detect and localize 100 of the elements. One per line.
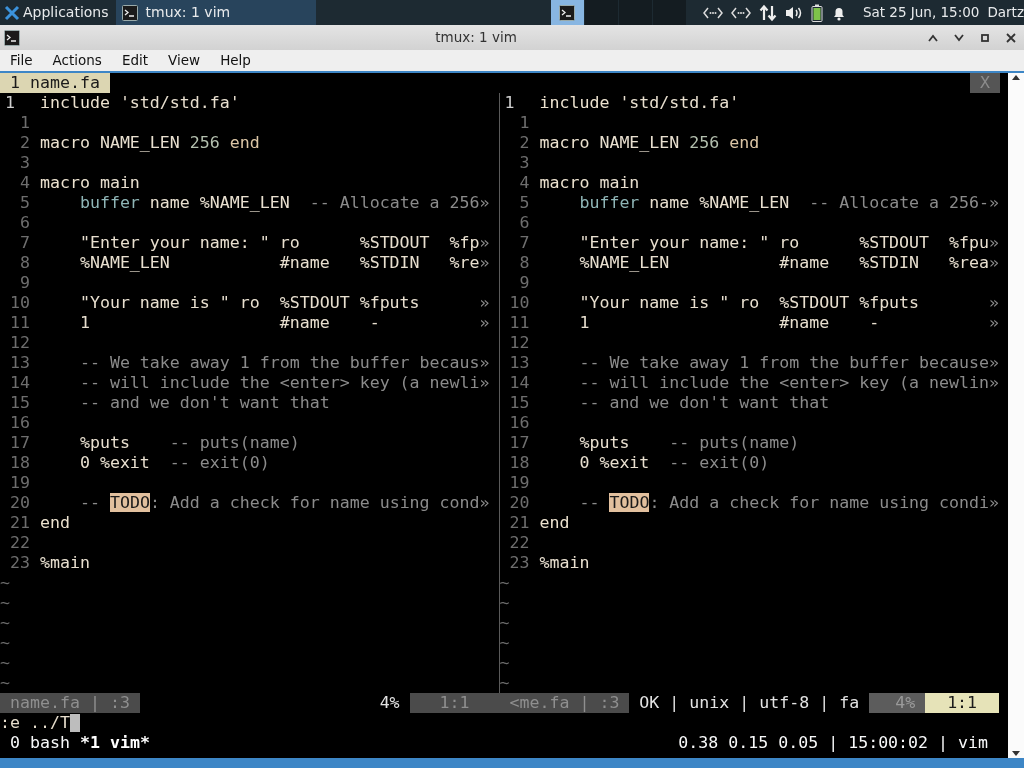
line-number: 4	[519, 173, 530, 193]
empty-line-marker: ~	[499, 633, 510, 653]
code-line: 0 %exit -- exit(0)	[79, 453, 270, 473]
empty-line-marker: ~	[499, 593, 510, 613]
code-line: %NAME_LEN #name %STDIN %re»	[79, 253, 490, 273]
line-number: 12	[509, 333, 530, 353]
clock[interactable]: Sat 25 Jun, 15:00	[862, 2, 980, 23]
minimize-icon[interactable]	[954, 33, 964, 42]
buffer-tab[interactable]: 1 name.fa	[0, 73, 110, 93]
code-line: "Enter your name: " ro %STDOUT %fpu»	[579, 233, 1000, 253]
menu-item[interactable]: View	[158, 50, 211, 71]
line-number: 23	[509, 553, 530, 573]
code-line: macro NAME_LEN 256 end	[539, 133, 760, 153]
line-number: 3	[19, 153, 30, 173]
terminal-icon	[4, 29, 20, 46]
menu-item[interactable]: Help	[210, 50, 261, 71]
code-line: -- and we don't want that	[579, 393, 830, 413]
window-title: tmux: 1 vim	[435, 29, 517, 46]
empty-line-marker: ~	[0, 633, 10, 653]
line-number: 21	[10, 513, 30, 533]
status-text: <me.fa | :3	[499, 693, 630, 713]
line-number: 15	[509, 393, 530, 413]
empty-line-marker: ~	[0, 613, 10, 633]
code-line: %NAME_LEN #name %STDIN %rea»	[579, 253, 1000, 273]
text-cursor	[69, 714, 80, 732]
code-line: include 'std/std.fa'	[539, 93, 740, 113]
battery-icon[interactable]	[810, 3, 823, 22]
line-number: 7	[19, 233, 30, 253]
line-number: 22	[509, 533, 530, 553]
line-number: 14	[10, 373, 30, 393]
line-number: 11	[509, 313, 530, 333]
restore-icon[interactable]	[980, 32, 990, 43]
tmux-window-tab[interactable]: 0 bash	[10, 733, 70, 753]
code-line: include 'std/std.fa'	[39, 93, 240, 113]
code-line: %main	[39, 553, 90, 573]
scroll-down-icon[interactable]	[1011, 750, 1021, 758]
code-line: -- TODO: Add a check for name using cond»	[79, 493, 490, 513]
code-line: "Your name is " ro %STDOUT %fputs »	[579, 293, 1000, 313]
status-text: 1:1	[925, 693, 999, 713]
empty-line-marker: ~	[0, 653, 10, 673]
line-number: 1	[519, 113, 530, 133]
code-line: 1 #name - »	[79, 313, 490, 333]
line-number: 8	[519, 253, 530, 273]
empty-line-marker: ~	[499, 613, 510, 633]
volume-icon[interactable]	[784, 4, 803, 21]
workspace-button[interactable]	[550, 0, 585, 25]
line-number: 5	[19, 193, 30, 213]
app-menu-icon	[4, 4, 20, 21]
command-line[interactable]: :e ../T	[0, 713, 70, 733]
line-number: 6	[19, 213, 30, 233]
line-number: 11	[10, 313, 30, 333]
code-line: macro main	[39, 173, 140, 193]
code-line: buffer name %NAME_LEN -- Allocate a 256»	[79, 193, 490, 213]
line-number: 15	[10, 393, 30, 413]
line-number: 8	[19, 253, 30, 273]
line-number: 18	[10, 453, 30, 473]
code-line: buffer name %NAME_LEN -- Allocate a 256-»	[579, 193, 1000, 213]
menu-item[interactable]: Edit	[111, 50, 159, 71]
line-number: 20	[509, 493, 530, 513]
applications-menu[interactable]: Applications	[0, 0, 113, 25]
empty-line-marker: ~	[0, 593, 10, 613]
code-line: end	[39, 513, 70, 533]
line-number: 13	[10, 353, 30, 373]
line-number: 3	[519, 153, 530, 173]
code-line: -- will include the <enter> key (a newlin»	[579, 373, 999, 393]
code-line: "Your name is " ro %STDOUT %fputs »	[79, 293, 490, 313]
line-number: 19	[10, 473, 30, 493]
code-line: %puts -- puts(name)	[79, 433, 300, 453]
line-number: 10	[10, 293, 30, 313]
line-number: 14	[509, 373, 530, 393]
code-line: 1 #name - »	[579, 313, 1000, 333]
terminal-icon	[121, 4, 138, 21]
transfer-arrows-icon[interactable]	[758, 3, 777, 22]
code-line: -- TODO: Add a check for name using condi»	[579, 493, 1000, 513]
line-number: 19	[509, 473, 530, 493]
line-number: 16	[509, 413, 530, 433]
line-number: 21	[509, 513, 530, 533]
tmux-window-tab[interactable]: *1 vim*	[79, 733, 150, 753]
code-line: macro main	[539, 173, 640, 193]
maximize-icon[interactable]	[928, 33, 938, 42]
user-name[interactable]: Dartz	[987, 2, 1024, 23]
code-line: -- We take away 1 from the buffer becaus»	[79, 353, 490, 373]
line-number: 6	[519, 213, 530, 233]
code-line: macro NAME_LEN 256 end	[39, 133, 260, 153]
close-icon[interactable]	[1006, 32, 1016, 43]
line-number: 2	[19, 133, 30, 153]
empty-line-marker: ~	[499, 673, 510, 693]
line-number: 10	[509, 293, 530, 313]
menu-item[interactable]: Actions	[42, 50, 112, 71]
line-number: 7	[519, 233, 530, 253]
code-line: -- and we don't want that	[79, 393, 330, 413]
status-text: 4%	[378, 693, 401, 713]
status-text: 1:1	[409, 693, 500, 713]
line-number: 1	[5, 93, 15, 113]
line-number: 16	[10, 413, 30, 433]
empty-line-marker: ~	[0, 573, 10, 593]
taskbar-window-button[interactable]: tmux: 1 vim	[115, 0, 316, 25]
menu-item[interactable]: File	[0, 50, 43, 71]
line-number: 18	[509, 453, 530, 473]
scrollbar[interactable]	[1008, 73, 1024, 758]
